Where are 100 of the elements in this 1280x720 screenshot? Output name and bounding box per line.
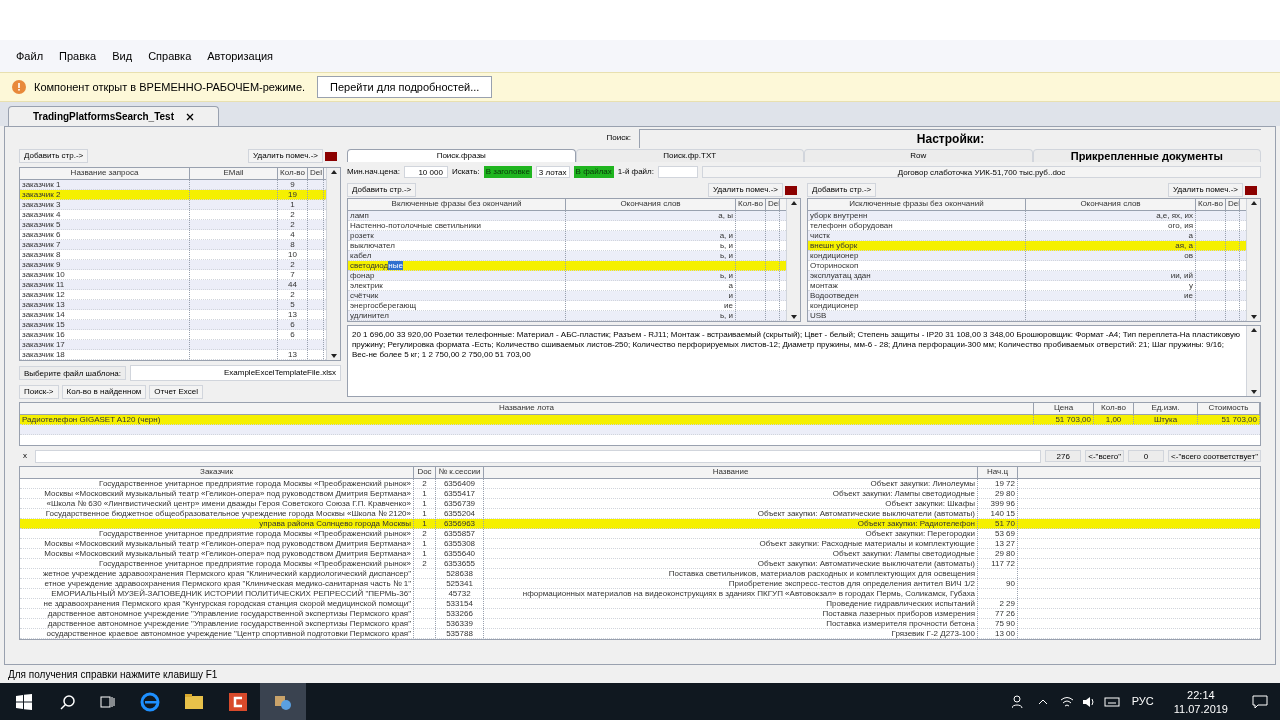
table-cell: 44	[278, 280, 308, 289]
scroll-up-icon[interactable]	[330, 170, 337, 174]
table-cell: 1	[414, 519, 436, 528]
button[interactable]: Добавить стр.->	[807, 183, 877, 197]
scroll-up-icon[interactable]	[1250, 201, 1257, 205]
table-cell: ь, и	[566, 271, 736, 280]
tab[interactable]: Поиск.фр.TXT	[575, 149, 804, 162]
search-icon[interactable]	[60, 693, 76, 710]
clock[interactable]: 22:14 11.07.2019	[1173, 687, 1228, 716]
table-cell: 1	[278, 200, 308, 209]
table-cell: Оториноскоп	[808, 261, 1026, 270]
app-icon[interactable]	[228, 691, 248, 712]
attached-file-field[interactable]: Договор слаботочка УИК-51,700 тыс.руб..doc	[701, 166, 1261, 178]
table-cell: 525341	[436, 579, 484, 588]
folder-icon[interactable]	[184, 692, 204, 711]
button[interactable]: Кол-во в найденном	[61, 385, 147, 399]
button[interactable]: Удалить помеч.->	[1168, 183, 1243, 197]
button[interactable]: Добавить стр.->	[19, 149, 89, 163]
menu-item[interactable]: Правка	[59, 47, 97, 65]
column-header: Нач.ц	[978, 467, 1018, 478]
tab[interactable]: Поиск.фразы	[347, 149, 576, 162]
table-cell: заказчик 13	[20, 300, 190, 309]
toggle-button[interactable]: В заголовке	[483, 166, 532, 178]
table-cell: 1	[414, 539, 436, 548]
clear-button[interactable]: x	[19, 450, 31, 462]
language-indicator[interactable]: РУС	[1131, 693, 1154, 710]
min-price-field[interactable]: 10 000	[403, 166, 448, 178]
button[interactable]: Удалить помеч.->	[708, 183, 783, 197]
document-tab[interactable]: TradingPlatformsSearch_Test	[8, 106, 219, 126]
scroll-up-icon[interactable]	[790, 201, 797, 205]
scroll-down-icon[interactable]	[1250, 390, 1257, 394]
column-header: Название	[484, 467, 978, 478]
table-cell: кондиционер	[808, 301, 1026, 310]
column-header: Кол-во	[1094, 403, 1134, 414]
column-header: Del	[1226, 199, 1240, 210]
table-cell: эксплуатац здан	[808, 271, 1026, 280]
toggle-button[interactable]: 3 лотах	[535, 166, 570, 178]
scroll-down-icon[interactable]	[330, 354, 337, 358]
table-cell: Поставка светильников, материалов расходных и комплектующих для освещения	[484, 569, 978, 578]
menu-item[interactable]: Авторизация	[207, 47, 274, 65]
table-cell: 2	[278, 220, 308, 229]
table-cell: Проведение гидравлических испытаний	[484, 599, 978, 608]
scrollbar[interactable]	[1246, 326, 1260, 396]
settings-label: Настройки:	[639, 128, 1261, 148]
column-header: Заказчик	[20, 467, 414, 478]
filter-field[interactable]	[35, 449, 1042, 463]
button[interactable]: Удалить помеч.->	[248, 149, 323, 163]
button[interactable]: Поиск->	[19, 385, 59, 399]
toggle-button[interactable]: В файлах	[573, 166, 614, 178]
windows-icon[interactable]	[16, 693, 32, 710]
table-cell: Москвы «Московский музыкальный театр «Геликон-опера» под руководством Дмитрия Бертмана»	[20, 489, 414, 498]
min-price-label: Мин.нач.цена:	[347, 166, 400, 178]
scrollbar[interactable]	[786, 199, 800, 321]
menu-item[interactable]: Файл	[16, 47, 44, 65]
table-cell: 2	[414, 479, 436, 488]
first-file-field[interactable]	[657, 166, 698, 178]
browser-icon[interactable]	[140, 691, 160, 712]
active-app-icon[interactable]	[260, 683, 306, 720]
table-cell: счётчик	[348, 291, 566, 300]
notification-icon[interactable]	[1252, 694, 1268, 709]
scroll-down-icon[interactable]	[1250, 315, 1257, 319]
table-cell: 1	[414, 499, 436, 508]
volume-icon[interactable]	[1081, 695, 1096, 708]
scrollbar[interactable]	[326, 168, 340, 360]
column-header: Включенные фразы без окончаний	[348, 199, 566, 210]
button[interactable]: Добавить стр.->	[347, 183, 417, 197]
button[interactable]: Отчет Excel	[149, 385, 203, 399]
table-cell: нформационных материалов на видеоконструкциях в зданиях ПКГУП «Автовокзал» в городах Пермь, Соликамск, Губаха	[484, 589, 978, 598]
table-cell: кабел	[348, 251, 566, 260]
caret-icon[interactable]	[1037, 698, 1048, 705]
details-button[interactable]: Перейти для подробностей...	[317, 76, 493, 98]
tab[interactable]: Row	[804, 149, 1033, 162]
column-header: Название лота	[20, 403, 1034, 414]
table-cell: ого, ия	[1026, 221, 1196, 230]
delete-mark-icon	[1245, 185, 1257, 195]
keyboard-icon[interactable]	[1103, 695, 1120, 708]
scrollbar[interactable]	[1246, 199, 1260, 321]
tab[interactable]: Прикрепленные документы	[1032, 149, 1261, 162]
table-cell: выключател	[348, 241, 566, 250]
column-header: Название запроса	[20, 168, 190, 179]
table-cell: заказчик 18	[20, 350, 190, 359]
table-cell: Настенно-потолочные светильники	[348, 221, 566, 230]
task-view-icon[interactable]	[100, 693, 116, 710]
table-cell: 90	[978, 579, 1018, 588]
template-file-field[interactable]: ExampleExcelTemplateFile.xlsx	[129, 365, 341, 381]
menu-item[interactable]: Вид	[112, 47, 133, 65]
person-icon[interactable]	[1011, 694, 1026, 709]
menu-item[interactable]: Справка	[148, 47, 192, 65]
table-cell: 6355640	[436, 549, 484, 558]
column-header: № к.сессии	[436, 467, 484, 478]
table-cell: заказчик 12	[20, 290, 190, 299]
table-cell: заказчик 16	[20, 330, 190, 339]
scroll-down-icon[interactable]	[790, 315, 797, 319]
table-cell: 1	[414, 509, 436, 518]
table-cell: 117 72	[978, 559, 1018, 568]
table-cell: ов	[1026, 251, 1196, 260]
scroll-up-icon[interactable]	[1250, 328, 1257, 332]
network-icon[interactable]	[1059, 695, 1074, 708]
info-icon	[12, 80, 26, 94]
close-icon[interactable]	[186, 112, 194, 121]
